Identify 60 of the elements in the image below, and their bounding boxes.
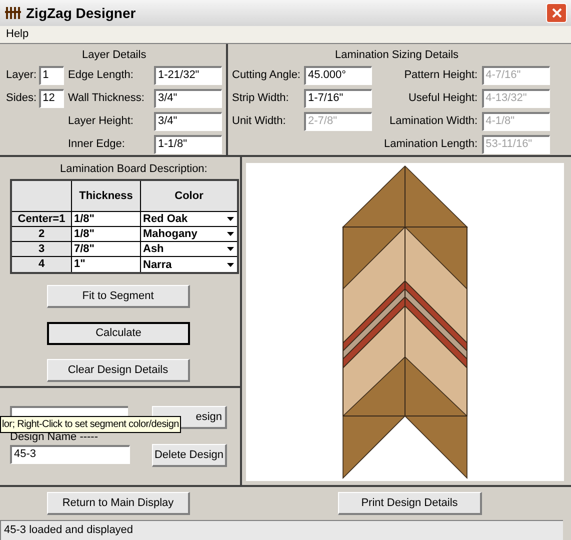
input-field[interactable]: 1-21/32" [154, 66, 222, 85]
row-header: 3 [12, 242, 72, 256]
column-header: Thickness [72, 181, 141, 211]
input-field[interactable]: 3/4" [154, 89, 222, 108]
app-icon [4, 4, 22, 22]
table-cell: 1/8" [72, 227, 141, 241]
caret-icon [227, 262, 234, 266]
button[interactable]: Clear Design Details [47, 359, 190, 382]
field-label: Edge Length: [68, 68, 134, 84]
dropdown-value: Mahogany [143, 227, 198, 241]
button[interactable]: Return to Main Display [47, 492, 190, 515]
tooltip: lor; Right-Click to set segment color/design [0, 416, 181, 433]
field-label: Wall Thickness: [68, 91, 144, 106]
button[interactable]: Calculate [47, 322, 190, 345]
input-field[interactable]: 12 [38, 89, 64, 108]
field-label: Inner Edge: [68, 137, 125, 152]
caret-icon [227, 247, 234, 251]
section-heading: Layer Details [81, 48, 148, 63]
dropdown[interactable]: Red Oak [141, 212, 237, 226]
caret-icon [227, 217, 234, 221]
dropdown[interactable]: Ash [141, 242, 237, 256]
dropdown-value: Narra [143, 258, 173, 272]
input-field[interactable]: 45-3 [10, 445, 130, 464]
menu-item[interactable]: Help [6, 26, 29, 43]
row-header: Center=1 [12, 212, 72, 226]
input-field[interactable]: 1-1/8" [154, 135, 222, 154]
button[interactable]: Delete Design [152, 444, 227, 467]
field-label: Lamination Length: [384, 137, 478, 152]
table-cell: 7/8" [72, 242, 141, 256]
close-button[interactable] [546, 3, 567, 23]
row-header: 2 [12, 227, 72, 241]
dropdown-value: Red Oak [143, 212, 189, 226]
input-field[interactable]: 1-7/16" [304, 89, 372, 108]
column-header: Color [141, 181, 237, 211]
input-field[interactable]: 3/4" [154, 112, 222, 131]
dropdown[interactable]: Mahogany [141, 227, 237, 241]
field-label: Unit Width: [232, 114, 286, 130]
field-label: Pattern Height: [404, 68, 478, 84]
field-label: Strip Width: [232, 91, 289, 106]
field-label: Layer Height: [68, 114, 134, 130]
input-field[interactable]: 1 [38, 66, 64, 85]
caret-icon [227, 232, 234, 236]
dropdown-value: Ash [143, 242, 165, 256]
row-header: 4 [12, 257, 72, 272]
button[interactable]: Print Design Details [338, 492, 482, 515]
field-label: Useful Height: [408, 91, 478, 106]
section-heading: Lamination Board Description: [59, 162, 208, 177]
status-bar: 45-3 loaded and displayed [0, 520, 563, 540]
field-label: Lamination Width: [390, 114, 478, 130]
close-icon [550, 7, 562, 19]
button[interactable]: Fit to Segment [47, 285, 190, 308]
window-title: ZigZag Designer [26, 4, 136, 23]
field-label: Sides: [6, 91, 37, 106]
input-field[interactable]: 45.000° [304, 66, 372, 85]
table-cell: 1/8" [72, 212, 141, 226]
dropdown[interactable]: Narra [141, 257, 237, 272]
field-label: Layer: [6, 68, 37, 84]
field-label: Cutting Angle: [232, 68, 300, 84]
table-cell: 1" [72, 257, 141, 272]
section-heading: Lamination Sizing Details [334, 48, 460, 63]
